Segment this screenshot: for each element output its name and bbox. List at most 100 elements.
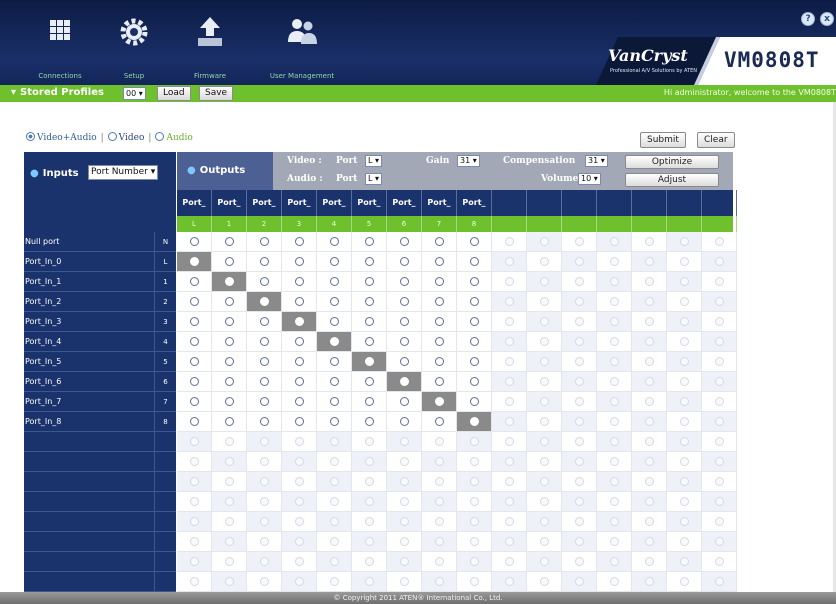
route-radio[interactable] xyxy=(387,412,422,432)
route-radio[interactable] xyxy=(177,332,212,352)
route-radio[interactable] xyxy=(282,232,317,252)
route-radio-selected[interactable] xyxy=(177,252,212,272)
route-radio[interactable] xyxy=(282,412,317,432)
route-radio[interactable] xyxy=(282,332,317,352)
route-radio[interactable] xyxy=(352,312,387,332)
route-radio[interactable] xyxy=(422,332,457,352)
route-radio[interactable] xyxy=(212,312,247,332)
route-radio[interactable] xyxy=(422,232,457,252)
route-radio[interactable] xyxy=(317,312,352,332)
compensation-select[interactable]: 31 ▾ xyxy=(585,155,608,167)
route-radio[interactable] xyxy=(352,292,387,312)
mode-video[interactable]: Video xyxy=(107,132,144,143)
nav-firmware[interactable]: Firmware xyxy=(170,14,250,84)
route-radio[interactable] xyxy=(457,292,492,312)
route-radio[interactable] xyxy=(422,292,457,312)
route-radio[interactable] xyxy=(422,352,457,372)
route-radio[interactable] xyxy=(317,412,352,432)
route-radio[interactable] xyxy=(282,292,317,312)
profile-select[interactable]: 00 ▾ xyxy=(123,87,146,100)
route-radio[interactable] xyxy=(247,312,282,332)
route-radio[interactable] xyxy=(387,332,422,352)
nav-setup[interactable]: Setup xyxy=(94,14,174,84)
route-radio[interactable] xyxy=(317,392,352,412)
mode-video-audio[interactable]: Video+Audio xyxy=(26,132,97,143)
adjust-button[interactable]: Adjust xyxy=(625,173,719,187)
video-port-select[interactable]: L ▾ xyxy=(365,155,383,167)
route-radio[interactable] xyxy=(387,272,422,292)
route-radio[interactable] xyxy=(457,392,492,412)
route-radio[interactable] xyxy=(317,372,352,392)
route-radio[interactable] xyxy=(317,272,352,292)
route-radio[interactable] xyxy=(457,272,492,292)
route-radio[interactable] xyxy=(422,372,457,392)
optimize-button[interactable]: Optimize xyxy=(625,155,719,169)
route-radio[interactable] xyxy=(352,252,387,272)
route-radio[interactable] xyxy=(317,292,352,312)
route-radio-selected[interactable] xyxy=(457,412,492,432)
route-radio[interactable] xyxy=(422,272,457,292)
save-button[interactable]: Save xyxy=(199,86,234,101)
route-radio[interactable] xyxy=(212,252,247,272)
route-radio[interactable] xyxy=(387,312,422,332)
route-radio[interactable] xyxy=(247,392,282,412)
route-radio[interactable] xyxy=(212,392,247,412)
clear-button[interactable]: Clear xyxy=(697,132,735,148)
mode-audio[interactable]: Audio xyxy=(155,132,193,143)
nav-connections[interactable]: Connections xyxy=(20,14,100,84)
route-radio[interactable] xyxy=(177,352,212,372)
route-radio[interactable] xyxy=(177,412,212,432)
route-radio[interactable] xyxy=(247,412,282,432)
route-radio[interactable] xyxy=(352,412,387,432)
route-radio[interactable] xyxy=(177,392,212,412)
route-radio[interactable] xyxy=(282,372,317,392)
route-radio[interactable] xyxy=(177,232,212,252)
route-radio[interactable] xyxy=(352,332,387,352)
route-radio[interactable] xyxy=(457,232,492,252)
route-radio[interactable] xyxy=(352,392,387,412)
route-radio[interactable] xyxy=(247,252,282,272)
route-radio[interactable] xyxy=(212,412,247,432)
route-radio[interactable] xyxy=(422,312,457,332)
route-radio[interactable] xyxy=(247,352,282,372)
route-radio[interactable] xyxy=(317,232,352,252)
route-radio[interactable] xyxy=(282,392,317,412)
load-button[interactable]: Load xyxy=(157,86,191,101)
gain-select[interactable]: 31 ▾ xyxy=(457,155,480,167)
route-radio[interactable] xyxy=(177,312,212,332)
route-radio[interactable] xyxy=(247,272,282,292)
route-radio[interactable] xyxy=(282,352,317,372)
route-radio-selected[interactable] xyxy=(212,272,247,292)
volume-select[interactable]: 10 ▾ xyxy=(578,173,601,185)
route-radio-selected[interactable] xyxy=(247,292,282,312)
route-radio[interactable] xyxy=(212,332,247,352)
route-radio[interactable] xyxy=(177,292,212,312)
route-radio[interactable] xyxy=(212,292,247,312)
nav-user-management[interactable]: User Management xyxy=(262,14,342,84)
route-radio[interactable] xyxy=(282,272,317,292)
route-radio[interactable] xyxy=(422,412,457,432)
route-radio[interactable] xyxy=(247,332,282,352)
submit-button[interactable]: Submit xyxy=(640,132,686,148)
route-radio[interactable] xyxy=(457,332,492,352)
route-radio-selected[interactable] xyxy=(387,372,422,392)
inputs-sort-select[interactable]: Port Number ▾ xyxy=(88,165,159,180)
route-radio[interactable] xyxy=(247,232,282,252)
route-radio[interactable] xyxy=(317,352,352,372)
route-radio-selected[interactable] xyxy=(282,312,317,332)
route-radio-selected[interactable] xyxy=(352,352,387,372)
route-radio[interactable] xyxy=(282,252,317,272)
route-radio[interactable] xyxy=(212,372,247,392)
route-radio[interactable] xyxy=(387,252,422,272)
route-radio[interactable] xyxy=(457,252,492,272)
route-radio[interactable] xyxy=(212,352,247,372)
route-radio[interactable] xyxy=(422,252,457,272)
route-radio[interactable] xyxy=(387,392,422,412)
route-radio-selected[interactable] xyxy=(422,392,457,412)
route-radio[interactable] xyxy=(457,372,492,392)
route-radio[interactable] xyxy=(317,252,352,272)
route-radio[interactable] xyxy=(387,232,422,252)
route-radio[interactable] xyxy=(177,372,212,392)
route-radio[interactable] xyxy=(212,232,247,252)
route-radio[interactable] xyxy=(457,312,492,332)
